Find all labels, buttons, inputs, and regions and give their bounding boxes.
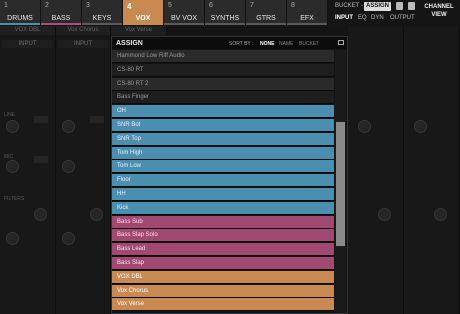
assign-list-item[interactable]: Bass Sub — [112, 215, 334, 229]
trash-icon[interactable] — [408, 2, 415, 10]
assign-list-item[interactable]: CS-80 RT — [112, 63, 334, 77]
track-tab-bar: 1 DRUMS 2 BASS 3 KEYS 4 VOX 5 BV VOX 6 SYNTHS 7 GTRS 8… — [0, 0, 460, 26]
lock-icon[interactable] — [396, 2, 403, 10]
assign-list-item-label: Floor — [117, 177, 131, 184]
tab-vox[interactable]: 4 VOX — [123, 0, 164, 25]
tab-number: 4 — [127, 2, 132, 11]
assign-list-item[interactable]: Bass Finger — [112, 91, 334, 105]
assign-list-item-label: Bass Lead — [117, 246, 146, 253]
tab-number: 6 — [209, 2, 213, 9]
tab-bv-vox[interactable]: 5 BV VOX — [164, 0, 205, 25]
sort-none[interactable]: NONE — [260, 41, 274, 47]
channel-view-line2: VIEW — [431, 12, 447, 18]
bucket-label: BUCKET - — [335, 3, 363, 9]
tab-dyn[interactable]: DYN — [371, 15, 384, 21]
assign-list-item[interactable]: Vox Chorus — [112, 284, 334, 298]
tab-label: BV VOX — [170, 15, 198, 22]
tab-keys[interactable]: 3 KEYS — [82, 0, 123, 25]
assign-list-item-label: Bass Slap Solo — [117, 232, 158, 239]
assign-list-item[interactable]: Vox Verse — [112, 298, 334, 312]
assign-list-item-label: Vox Chorus — [117, 287, 149, 294]
scrollbar-thumb[interactable] — [336, 122, 345, 246]
assign-list-item-label: SNR Bot — [117, 122, 141, 128]
expand-icon[interactable] — [338, 40, 344, 45]
assign-list-item[interactable]: Kick — [112, 201, 334, 215]
assign-list-item-label: CS-80 RT 2 — [117, 80, 149, 87]
assign-dialog-header: ASSIGN SORT BY : NONE NAME BUCKET — [112, 37, 347, 49]
assign-button[interactable]: ASSIGN — [364, 2, 391, 11]
assign-list-item-label: OH — [117, 108, 126, 115]
assign-list-item[interactable]: SNR Bot — [112, 119, 334, 132]
assign-list-item[interactable]: Bass Slap — [112, 257, 334, 270]
assign-list-item-label: Bass Slap — [117, 260, 145, 266]
tab-number: 5 — [168, 2, 172, 9]
tab-number: 3 — [86, 2, 90, 9]
tab-output[interactable]: OUTPUT — [390, 15, 415, 21]
assign-list-item[interactable]: Bass Slap Solo — [112, 229, 334, 243]
assign-list-item-label: VOX DBL — [117, 273, 144, 280]
sort-bucket[interactable]: BUCKET — [299, 41, 319, 47]
assign-list-item-label: CS-80 RT — [117, 66, 144, 73]
tab-color-bar — [41, 23, 81, 25]
tab-color-bar — [164, 23, 204, 25]
sort-by-label: SORT BY : — [229, 41, 254, 47]
tab-label: BASS — [51, 15, 71, 22]
assign-list-item[interactable]: VOX DBL — [112, 270, 334, 284]
assign-list-item-label: SNR Top — [117, 135, 141, 142]
tab-bass[interactable]: 2 BASS — [41, 0, 82, 25]
tab-color-bar — [123, 23, 163, 25]
assign-list-item[interactable]: OH — [112, 105, 334, 119]
assign-list-item-label: Kick — [117, 204, 129, 211]
assign-list-item-label: Tom Low — [117, 163, 142, 170]
sort-name[interactable]: NAME — [279, 41, 293, 47]
tab-synths[interactable]: 6 SYNTHS — [205, 0, 246, 25]
tab-eq[interactable]: EQ — [358, 15, 367, 21]
assign-list-item[interactable]: Floor — [112, 174, 334, 188]
assign-list-item[interactable]: CS-80 RT 2 — [112, 77, 334, 91]
tab-drums[interactable]: 1 DRUMS — [0, 0, 41, 25]
assign-list-item[interactable]: Tom Low — [112, 160, 334, 174]
tab-color-bar — [287, 23, 327, 25]
tab-label: GTRS — [256, 15, 276, 22]
assign-list-item-label: Tom High — [117, 149, 143, 156]
tab-number: 8 — [291, 2, 295, 9]
tab-label: KEYS — [92, 15, 112, 22]
assign-dialog-title: ASSIGN — [116, 40, 143, 47]
assign-list-item-label: Hammond Low Riff Audio — [117, 53, 185, 59]
channel-view-line1: CHANNEL — [424, 4, 454, 10]
tab-color-bar — [0, 23, 40, 25]
tab-label: VOX — [135, 15, 151, 22]
assign-list-item-label: Vox Verse — [117, 301, 145, 308]
assign-list-item[interactable]: HH — [112, 188, 334, 201]
tab-label: EFX — [300, 15, 314, 22]
tab-number: 7 — [250, 2, 254, 9]
assign-list-item[interactable]: SNR Top — [112, 132, 334, 146]
assign-list-item[interactable]: Bass Lead — [112, 243, 334, 257]
tab-number: 2 — [45, 2, 49, 9]
tab-input[interactable]: INPUT — [335, 15, 353, 21]
assign-list-item-label: HH — [117, 191, 126, 197]
assign-list-item-label: Bass Sub — [117, 218, 143, 225]
tab-gtrs[interactable]: 7 GTRS — [246, 0, 287, 25]
assign-list-item[interactable]: Tom High — [112, 146, 334, 160]
tab-efx[interactable]: 8 EFX — [287, 0, 328, 25]
tab-label: SYNTHS — [210, 15, 240, 22]
assign-list-item-label: Bass Finger — [117, 94, 150, 101]
tab-number: 1 — [4, 2, 8, 9]
tab-label: DRUMS — [7, 15, 33, 22]
tab-color-bar — [82, 23, 122, 25]
assign-list-item[interactable]: Hammond Low Riff Audio — [112, 50, 334, 63]
channel-view-button[interactable]: CHANNEL VIEW — [421, 3, 457, 19]
assign-dialog: ASSIGN SORT BY : NONE NAME BUCKET Hammon… — [111, 36, 348, 314]
tab-color-bar — [246, 23, 286, 25]
tab-color-bar — [205, 23, 245, 25]
scrollbar[interactable] — [335, 50, 346, 313]
